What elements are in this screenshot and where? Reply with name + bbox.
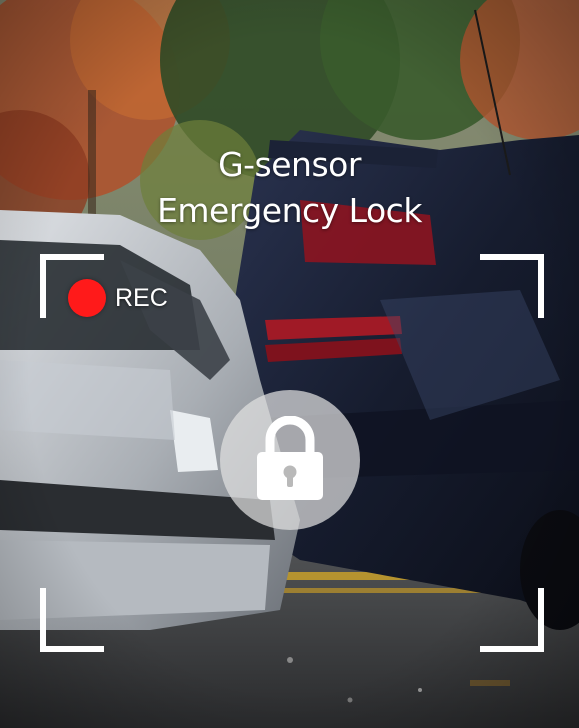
viewfinder-corner-bottom-left — [40, 588, 104, 652]
viewfinder-corner-top-right — [480, 254, 544, 318]
record-dot-icon — [68, 279, 106, 317]
headline-line-1: G-sensor — [218, 145, 361, 184]
lock-badge — [220, 390, 360, 530]
dashcam-promo-image: G-sensor Emergency Lock REC — [0, 0, 579, 728]
lock-icon — [257, 416, 323, 500]
recording-label: REC — [115, 283, 168, 312]
viewfinder-corner-bottom-right — [480, 588, 544, 652]
headline-line-2: Emergency Lock — [157, 191, 422, 230]
recording-indicator: REC — [68, 279, 168, 317]
